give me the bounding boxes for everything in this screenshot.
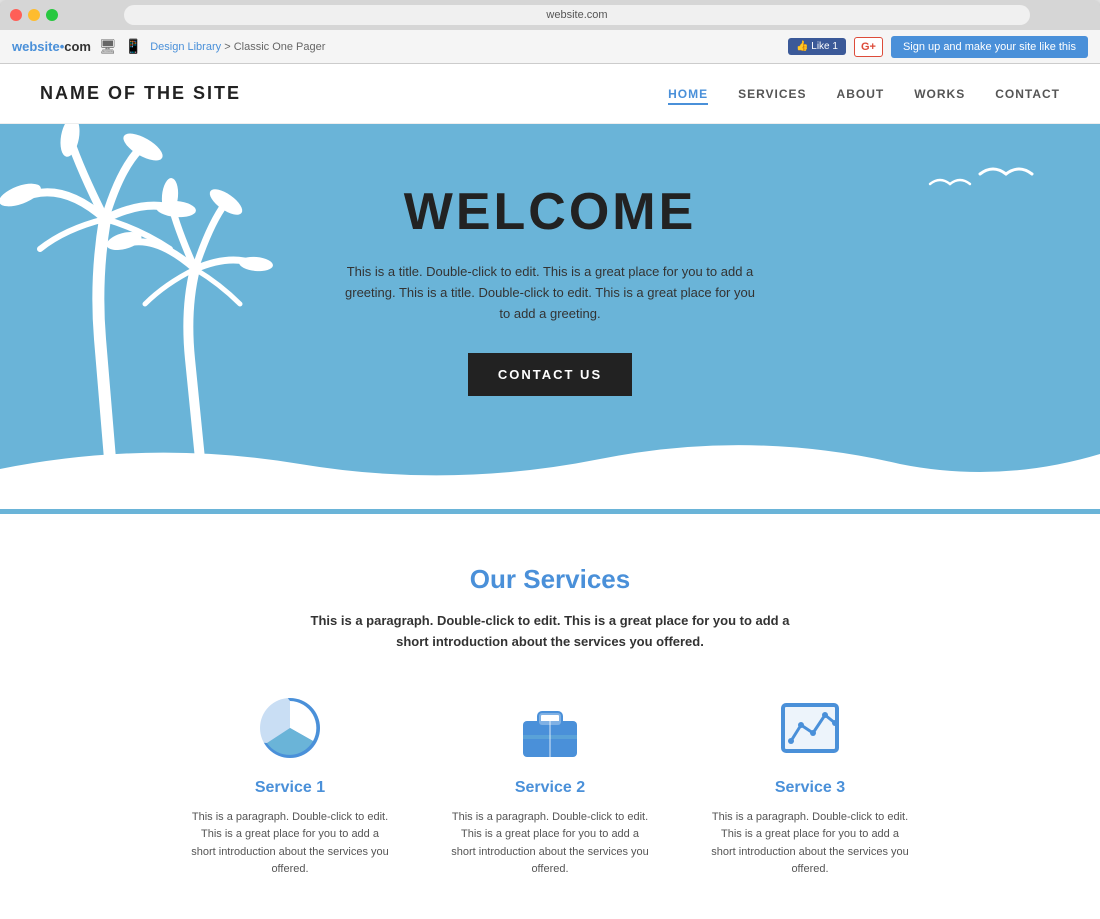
service-1-name: Service 1 [190, 779, 390, 797]
nav-link-contact[interactable]: CONTACT [995, 87, 1060, 101]
hero-content: WELCOME This is a title. Double-click to… [340, 182, 760, 395]
address-bar[interactable]: website.com [124, 5, 1030, 25]
nav-item-about[interactable]: ABOUT [837, 85, 885, 103]
service-2-icon [515, 693, 585, 763]
nav-item-services[interactable]: SERVICES [738, 85, 806, 103]
birds-decoration [920, 164, 1040, 229]
service-1-icon [255, 693, 325, 763]
mobile-icon: 📱 [125, 38, 142, 55]
browser-titlebar: website.com [0, 0, 1100, 30]
service-item-2: Service 2 This is a paragraph. Double-cl… [450, 693, 650, 879]
website-logo: website•com [12, 39, 91, 54]
services-grid: Service 1 This is a paragraph. Double-cl… [40, 693, 1060, 879]
service-1-desc: This is a paragraph. Double-click to edi… [190, 809, 390, 879]
nav-item-contact[interactable]: CONTACT [995, 85, 1060, 103]
service-2-desc: This is a paragraph. Double-click to edi… [450, 809, 650, 879]
signup-button[interactable]: Sign up and make your site like this [891, 36, 1088, 58]
close-btn[interactable] [10, 9, 22, 21]
hero-title: WELCOME [340, 182, 760, 242]
service-3-name: Service 3 [710, 779, 910, 797]
minimize-btn[interactable] [28, 9, 40, 21]
nav-link-works[interactable]: WORKS [914, 87, 965, 101]
service-item-3: Service 3 This is a paragraph. Double-cl… [710, 693, 910, 879]
nav-link-about[interactable]: ABOUT [837, 87, 885, 101]
services-section: Our Services This is a paragraph. Double… [0, 514, 1100, 919]
maximize-btn[interactable] [46, 9, 58, 21]
monitor-icon: 🖥 [99, 38, 117, 55]
address-text: website.com [546, 9, 607, 21]
service-3-desc: This is a paragraph. Double-click to edi… [710, 809, 910, 879]
service-3-icon [775, 693, 845, 763]
service-2-name: Service 2 [450, 779, 650, 797]
site-nav: NAME OF THE SITE HOME SERVICES ABOUT WOR… [0, 64, 1100, 124]
hero-subtitle: This is a title. Double-click to edit. T… [340, 262, 760, 324]
site-title: NAME OF THE SITE [40, 83, 668, 104]
services-section-title: Our Services [40, 564, 1060, 595]
wave-decoration [0, 419, 1100, 514]
site-content: NAME OF THE SITE HOME SERVICES ABOUT WOR… [0, 64, 1100, 919]
nav-item-home[interactable]: HOME [668, 85, 708, 103]
nav-link-home[interactable]: HOME [668, 87, 708, 105]
facebook-like-button[interactable]: 👍 Like 1 [788, 38, 846, 55]
nav-link-services[interactable]: SERVICES [738, 87, 806, 101]
hero-section: WELCOME This is a title. Double-click to… [0, 124, 1100, 514]
browser-window: website.com website•com 🖥 📱 Design Libra… [0, 0, 1100, 919]
services-intro: This is a paragraph. Double-click to edi… [300, 611, 800, 653]
palm-trees-decoration [0, 124, 320, 464]
breadcrumb: Design Library > Classic One Pager [150, 41, 325, 53]
service-item-1: Service 1 This is a paragraph. Double-cl… [190, 693, 390, 879]
hero-cta-button[interactable]: CONTACT US [468, 353, 632, 396]
breadcrumb-link[interactable]: Design Library [150, 41, 221, 53]
nav-item-works[interactable]: WORKS [914, 85, 965, 103]
browser-toolbar: website•com 🖥 📱 Design Library > Classic… [0, 30, 1100, 64]
nav-links: HOME SERVICES ABOUT WORKS CONTACT [668, 85, 1060, 103]
google-plus-button[interactable]: G+ [854, 37, 883, 57]
